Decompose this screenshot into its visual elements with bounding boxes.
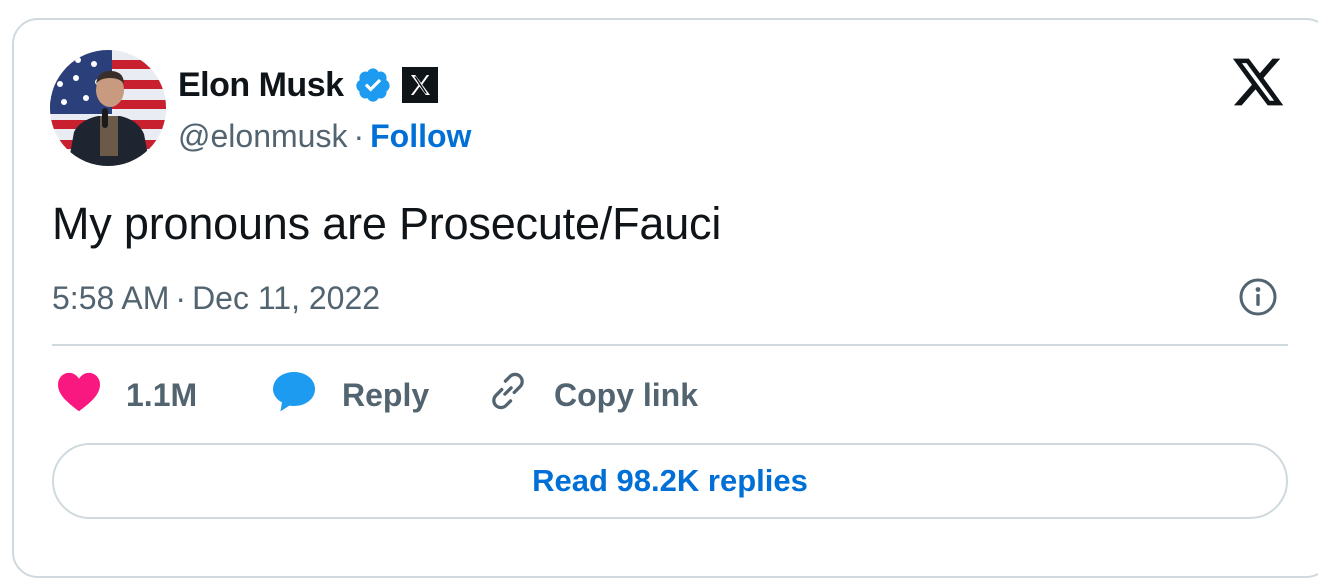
author-name[interactable]: Elon Musk [178,66,344,105]
x-affiliate-icon [401,67,438,103]
copy-link-label: Copy link [554,376,699,413]
reply-label: Reply [342,376,430,413]
x-logo-icon[interactable] [1230,56,1286,108]
separator: · [175,279,187,316]
like-count: 1.1M [126,376,198,413]
avatar-image [50,50,166,166]
tweet-time: 5:58 AM [52,279,170,316]
timestamp[interactable]: 5:58 AM · Dec 11, 2022 [52,278,380,318]
divider [52,344,1288,346]
copy-link-button[interactable]: Copy link [486,370,698,420]
author-handle-row: @elonmusk · Follow [178,116,471,156]
follow-button[interactable]: Follow [370,118,471,155]
read-replies-button[interactable]: Read 98.2K replies [52,443,1288,519]
avatar[interactable] [50,50,166,166]
reply-button[interactable]: Reply [270,370,429,420]
tweet-date: Dec 11, 2022 [192,279,381,316]
info-icon[interactable] [1238,277,1278,317]
read-replies-label: Read 98.2K replies [532,463,808,498]
tweet-text: My pronouns are Prosecute/Fauci [52,198,722,249]
like-button[interactable]: 1.1M [56,370,197,420]
verified-badge-icon [354,66,392,104]
author-handle[interactable]: @elonmusk [178,118,347,155]
author-name-row: Elon Musk [178,64,438,106]
link-icon [486,369,530,421]
separator: · [353,117,365,154]
speech-bubble-icon [270,369,318,421]
heart-icon [56,370,102,420]
